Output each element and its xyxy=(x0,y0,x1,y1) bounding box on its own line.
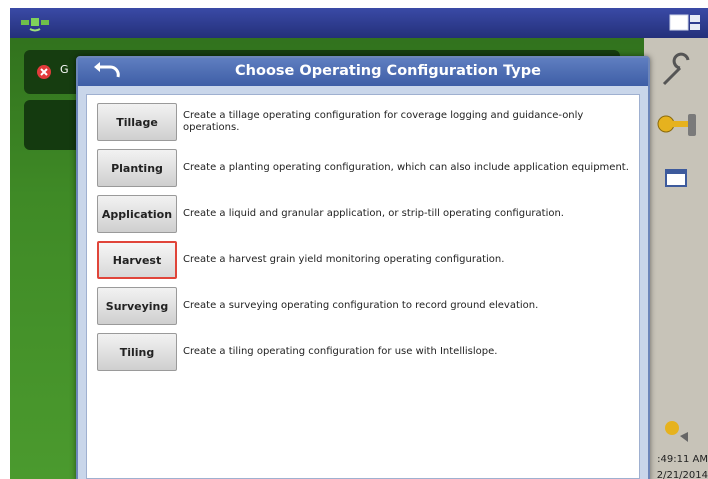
option-row-tillage: Tillage Create a tillage operating confi… xyxy=(97,103,637,143)
screen-icon[interactable] xyxy=(650,156,702,204)
tiling-button[interactable]: Tiling xyxy=(97,333,177,371)
option-row-planting: Planting Create a planting operating con… xyxy=(97,149,637,189)
dialog-body: Tillage Create a tillage operating confi… xyxy=(86,94,640,479)
option-row-surveying: Surveying Create a surveying operating c… xyxy=(97,287,637,327)
screens-icon[interactable] xyxy=(668,12,702,34)
application-button[interactable]: Application xyxy=(97,195,177,233)
option-description: Create a planting operating configuratio… xyxy=(183,162,629,173)
config-type-dialog: Choose Operating Configuration Type Till… xyxy=(76,56,650,479)
option-row-harvest: Harvest Create a harvest grain yield mon… xyxy=(97,241,637,281)
tools-icon[interactable] xyxy=(650,408,702,456)
error-icon xyxy=(37,65,51,79)
clock-date: 2/21/2014 xyxy=(656,470,708,479)
option-description: Create a tiling operating configuration … xyxy=(183,346,498,357)
planting-button[interactable]: Planting xyxy=(97,149,177,187)
option-description: Create a surveying operating configurati… xyxy=(183,300,539,311)
option-description: Create a harvest grain yield monitoring … xyxy=(183,254,505,265)
option-row-tiling: Tiling Create a tiling operating configu… xyxy=(97,333,637,373)
home-status-text: G xyxy=(60,63,69,76)
back-arrow-icon[interactable] xyxy=(90,61,126,83)
option-description: Create a tillage operating configuration… xyxy=(183,110,584,133)
tillage-button[interactable]: Tillage xyxy=(97,103,177,141)
dialog-title: Choose Operating Configuration Type xyxy=(235,63,541,79)
option-row-application: Application Create a liquid and granular… xyxy=(97,195,637,235)
dialog-header: Choose Operating Configuration Type xyxy=(78,58,648,86)
satellite-icon[interactable] xyxy=(18,11,52,33)
option-description: Create a liquid and granular application… xyxy=(183,208,564,219)
wrench-icon[interactable] xyxy=(650,48,702,96)
home-panel xyxy=(24,100,84,150)
display-screen: G :49:11 AM 2/21/2014 Choose Operating C… xyxy=(10,8,708,479)
surveying-button[interactable]: Surveying xyxy=(97,287,177,325)
right-sidebar: :49:11 AM 2/21/2014 xyxy=(644,38,708,479)
clock-time: :49:11 AM xyxy=(657,454,708,465)
harvest-button[interactable]: Harvest xyxy=(97,241,177,279)
key-icon[interactable] xyxy=(650,100,702,148)
top-bar xyxy=(10,8,708,38)
